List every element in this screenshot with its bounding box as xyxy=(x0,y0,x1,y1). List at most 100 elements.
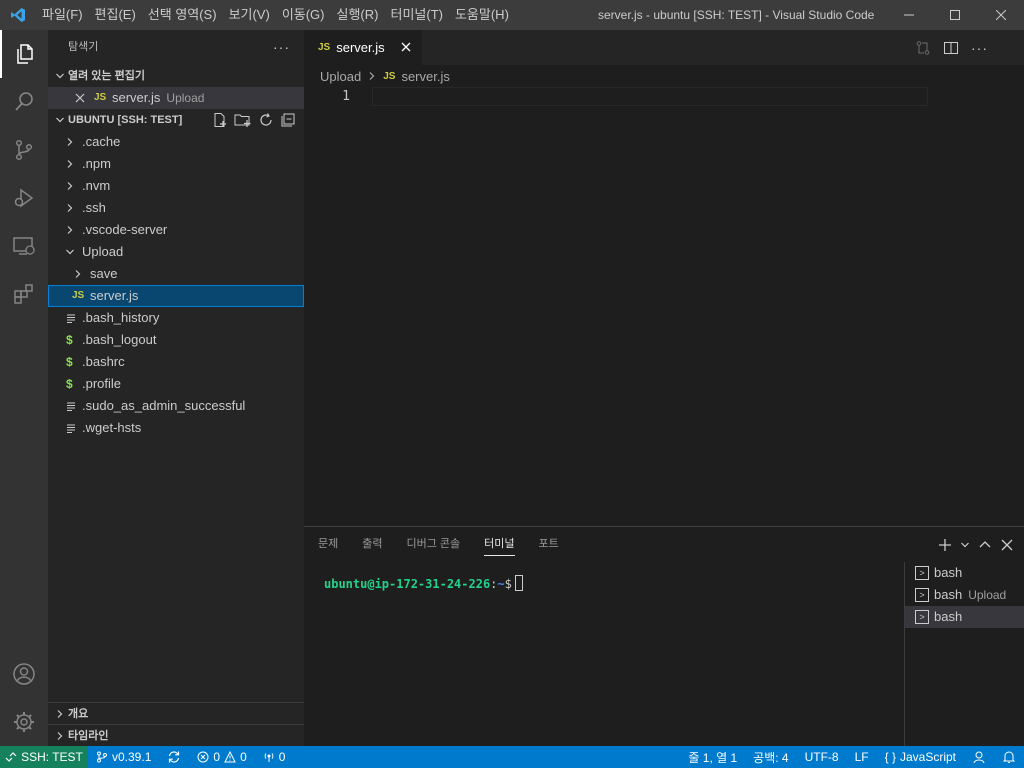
language-label: JavaScript xyxy=(899,750,956,764)
tree-file-bash-logout[interactable]: $ .bash_logout xyxy=(48,329,304,351)
timeline-label: 타임라인 xyxy=(68,730,109,742)
tree-file-profile[interactable]: $ .profile xyxy=(48,373,304,395)
terminal-prompt-end: $ xyxy=(504,577,512,591)
chevron-right-icon xyxy=(367,71,377,81)
tree-folder-upload[interactable]: Upload xyxy=(48,241,304,263)
menu-run[interactable]: 실행(R) xyxy=(331,0,385,30)
chevron-right-icon xyxy=(52,725,68,746)
language-mode[interactable]: { } JavaScript xyxy=(877,746,964,768)
menu-selection[interactable]: 선택 영역(S) xyxy=(142,0,223,30)
chevron-right-icon xyxy=(52,703,68,725)
timeline-section-header[interactable]: 타임라인 xyxy=(48,724,304,746)
editor-tab-server-js[interactable]: JS server.js xyxy=(304,30,422,65)
workspace-header[interactable]: UBUNTU [SSH: TEST] xyxy=(48,109,304,131)
panel-actions xyxy=(938,527,1014,562)
more-actions-icon[interactable]: ··· xyxy=(273,30,290,65)
breadcrumb-folder[interactable]: Upload xyxy=(320,69,361,84)
tree-folder-npm[interactable]: .npm xyxy=(48,153,304,175)
open-changes-icon[interactable] xyxy=(915,40,931,56)
tab-problems[interactable]: 문제 xyxy=(318,527,338,562)
extensions-icon[interactable] xyxy=(0,270,48,318)
more-actions-icon[interactable]: ··· xyxy=(971,40,988,56)
menu-help[interactable]: 도움말(H) xyxy=(449,0,515,30)
manage-gear-icon[interactable] xyxy=(0,698,48,746)
problems-status[interactable]: 0 0 xyxy=(189,746,254,768)
tree-folder-cache[interactable]: .cache xyxy=(48,131,304,153)
new-folder-icon[interactable] xyxy=(234,112,252,128)
error-count: 0 xyxy=(213,750,221,764)
new-terminal-icon[interactable] xyxy=(938,538,952,552)
open-editor-item[interactable]: JS server.js Upload xyxy=(48,87,304,109)
js-file-icon: JS xyxy=(383,70,396,82)
remote-label: SSH: TEST xyxy=(21,750,83,764)
explorer-sidebar: 탐색기 ··· 열려 있는 편집기 JS server.js Upload UBU… xyxy=(48,30,304,746)
menu-file[interactable]: 파일(F) xyxy=(36,0,89,30)
explorer-icon[interactable] xyxy=(0,30,48,78)
ports-status[interactable]: 0 xyxy=(255,746,294,768)
tree-folder-ssh[interactable]: .ssh xyxy=(48,197,304,219)
menu-view[interactable]: 보기(V) xyxy=(223,0,276,30)
terminal-instance[interactable]: > bash Upload xyxy=(905,584,1024,606)
terminal-instance[interactable]: > bash xyxy=(905,606,1024,628)
sync-button[interactable] xyxy=(159,746,189,768)
close-icon xyxy=(996,10,1006,20)
tree-folder-save[interactable]: save xyxy=(48,263,304,285)
tab-debug-console[interactable]: 디버그 콘솔 xyxy=(407,527,461,562)
tree-item-label: .profile xyxy=(82,376,122,391)
tab-output[interactable]: 출력 xyxy=(362,527,382,562)
feedback-button[interactable] xyxy=(964,746,994,768)
maximize-button[interactable] xyxy=(932,0,978,30)
new-file-icon[interactable] xyxy=(212,112,228,128)
close-panel-icon[interactable] xyxy=(1000,538,1014,552)
refresh-icon[interactable] xyxy=(258,112,274,128)
tree-item-label: server.js xyxy=(90,288,139,303)
indentation-status[interactable]: 공백: 4 xyxy=(745,746,796,768)
tree-file-bashrc[interactable]: $ .bashrc xyxy=(48,351,304,373)
source-control-icon[interactable] xyxy=(0,126,48,174)
workspace-label: UBUNTU [SSH: TEST] xyxy=(68,114,183,126)
code-editor[interactable]: 1 xyxy=(304,87,1024,525)
run-debug-icon[interactable] xyxy=(0,174,48,222)
tab-ports[interactable]: 포트 xyxy=(539,527,559,562)
collapse-all-icon[interactable] xyxy=(280,112,296,128)
outline-section-header[interactable]: 개요 xyxy=(48,702,304,724)
menu-go[interactable]: 이동(G) xyxy=(276,0,331,30)
menu-terminal[interactable]: 터미널(T) xyxy=(384,0,448,30)
breadcrumb-file[interactable]: server.js xyxy=(401,69,449,84)
menu-edit[interactable]: 편집(E) xyxy=(89,0,142,30)
maximize-panel-icon[interactable] xyxy=(978,538,992,552)
chevron-right-icon xyxy=(62,131,78,153)
tree-folder-vscode-server[interactable]: .vscode-server xyxy=(48,219,304,241)
tab-terminal[interactable]: 터미널 xyxy=(484,527,515,562)
remote-indicator[interactable]: SSH: TEST xyxy=(0,746,88,768)
close-tab-icon[interactable] xyxy=(398,39,414,55)
close-window-button[interactable] xyxy=(978,0,1024,30)
tree-item-label: .sudo_as_admin_successful xyxy=(82,398,246,413)
cursor-position[interactable]: 줄 1, 열 1 xyxy=(680,746,745,768)
outline-label: 개요 xyxy=(68,708,89,720)
encoding-status[interactable]: UTF-8 xyxy=(797,746,847,768)
chevron-down-icon[interactable] xyxy=(960,540,970,550)
tree-file-bash-history[interactable]: .bash_history xyxy=(48,307,304,329)
search-icon[interactable] xyxy=(0,78,48,126)
shell-file-icon: $ xyxy=(66,333,73,347)
notifications-button[interactable] xyxy=(994,746,1024,768)
account-icon[interactable] xyxy=(0,650,48,698)
eol-status[interactable]: LF xyxy=(847,746,877,768)
split-editor-icon[interactable] xyxy=(943,40,959,56)
remote-explorer-icon[interactable] xyxy=(0,222,48,270)
bottom-panel: 문제 출력 디버그 콘솔 터미널 포트 ubuntu@ip-172-31-24-… xyxy=(304,526,1024,747)
tree-folder-nvm[interactable]: .nvm xyxy=(48,175,304,197)
tree-file-sudo-as-admin[interactable]: .sudo_as_admin_successful xyxy=(48,395,304,417)
branch-status[interactable]: v0.39.1 xyxy=(88,746,159,768)
tree-file-wget-hsts[interactable]: .wget-hsts xyxy=(48,417,304,439)
minimize-button[interactable] xyxy=(886,0,932,30)
close-icon[interactable] xyxy=(72,87,88,109)
terminal-prompt-path: ~ xyxy=(497,577,505,591)
terminal-icon: > xyxy=(915,610,929,624)
terminal-instance[interactable]: > bash xyxy=(905,562,1024,584)
open-editors-header[interactable]: 열려 있는 편집기 xyxy=(48,65,304,87)
tree-file-server-js[interactable]: JS server.js xyxy=(48,285,304,307)
tree-item-label: .bash_history xyxy=(82,310,160,325)
terminal-output[interactable]: ubuntu@ip-172-31-24-226:~$ xyxy=(324,575,523,591)
